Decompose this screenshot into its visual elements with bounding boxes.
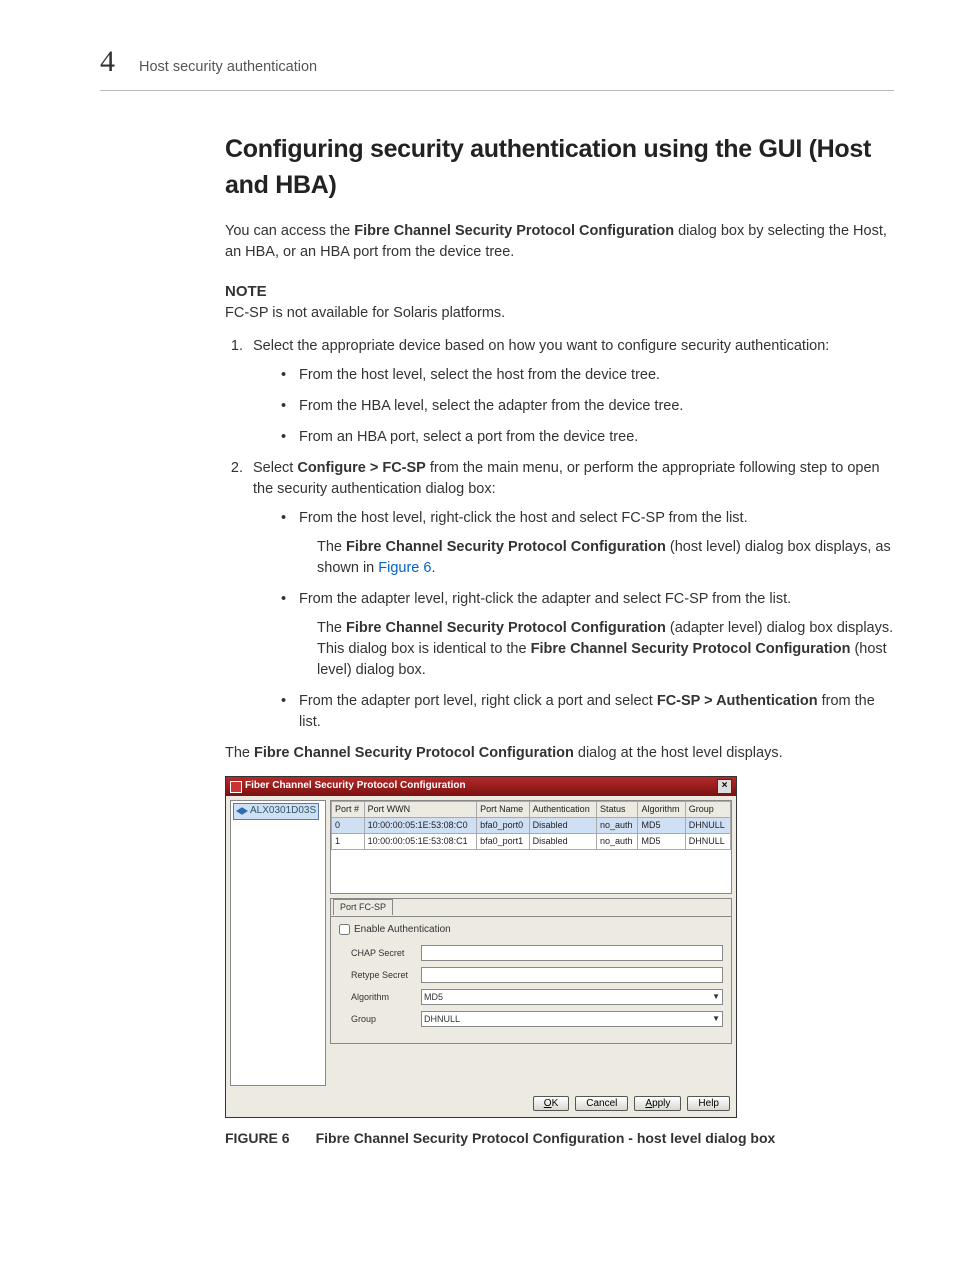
chevron-down-icon: ▼ — [712, 1013, 720, 1025]
note-text: FC-SP is not available for Solaris platf… — [225, 303, 894, 324]
running-head: Host security authentication — [139, 57, 317, 78]
step-1: Select the appropriate device based on h… — [247, 336, 894, 448]
algorithm-label: Algorithm — [351, 991, 421, 1004]
app-icon — [230, 781, 242, 793]
step2-bullet-host: From the host level, right-click the hos… — [281, 508, 894, 579]
col-name[interactable]: Port Name — [477, 802, 530, 818]
port-table[interactable]: Port # Port WWN Port Name Authentication… — [330, 800, 732, 894]
ok-button[interactable]: OK — [533, 1096, 569, 1111]
table-row[interactable]: 010:00:00:05:1E:53:08:C0bfa0_port0Disabl… — [332, 818, 731, 834]
retype-secret-label: Retype Secret — [351, 969, 421, 982]
step2-bullet-adapter: From the adapter level, right-click the … — [281, 589, 894, 681]
page-header: 4 Host security authentication — [100, 40, 894, 91]
intro-paragraph: You can access the Fibre Channel Securit… — [225, 221, 894, 263]
step1-bullet: From the host level, select the host fro… — [281, 365, 894, 386]
col-port[interactable]: Port # — [332, 802, 365, 818]
step2-bullet-port: From the adapter port level, right click… — [281, 691, 894, 733]
col-wwn[interactable]: Port WWN — [364, 802, 477, 818]
step1-bullet: From the HBA level, select the adapter f… — [281, 396, 894, 417]
chapter-number: 4 — [100, 40, 115, 84]
enable-auth-label: Enable Authentication — [354, 923, 451, 938]
dialog-titlebar: Fiber Channel Security Protocol Configur… — [226, 777, 736, 796]
col-alg[interactable]: Algorithm — [638, 802, 685, 818]
step1-bullet: From an HBA port, select a port from the… — [281, 427, 894, 448]
retype-secret-input[interactable] — [421, 967, 723, 983]
group-label: Group — [351, 1013, 421, 1026]
fcsp-dialog: Fiber Channel Security Protocol Configur… — [225, 776, 737, 1118]
col-group[interactable]: Group — [685, 802, 730, 818]
step-2: Select Configure > FC-SP from the main m… — [247, 458, 894, 733]
section-title: Configuring security authentication usin… — [225, 131, 894, 204]
col-status[interactable]: Status — [596, 802, 638, 818]
algorithm-select[interactable]: MD5▼ — [421, 989, 723, 1005]
figure-6-xref[interactable]: Figure 6 — [378, 560, 431, 576]
cancel-button[interactable]: Cancel — [575, 1096, 628, 1111]
host-icon — [236, 807, 248, 815]
col-auth[interactable]: Authentication — [529, 802, 596, 818]
device-tree[interactable]: ALX0301D03S — [230, 800, 326, 1086]
chap-secret-label: CHAP Secret — [351, 947, 421, 960]
chevron-down-icon: ▼ — [712, 991, 720, 1003]
note-label: NOTE — [225, 281, 894, 303]
group-select[interactable]: DHNULL▼ — [421, 1011, 723, 1027]
table-row[interactable]: 110:00:00:05:1E:53:08:C1bfa0_port1Disabl… — [332, 834, 731, 850]
closing-paragraph: The Fibre Channel Security Protocol Conf… — [225, 743, 894, 764]
apply-button[interactable]: Apply — [634, 1096, 681, 1111]
figure-caption: FIGURE 6Fibre Channel Security Protocol … — [225, 1128, 894, 1150]
chap-secret-input[interactable] — [421, 945, 723, 961]
help-button[interactable]: Help — [687, 1096, 730, 1111]
tab-port-fcsp[interactable]: Port FC-SP — [333, 899, 393, 915]
close-icon[interactable]: × — [717, 779, 732, 794]
tree-node-host[interactable]: ALX0301D03S — [233, 803, 319, 820]
dialog-title: Fiber Channel Security Protocol Configur… — [245, 779, 466, 794]
enable-auth-checkbox[interactable] — [339, 924, 350, 935]
